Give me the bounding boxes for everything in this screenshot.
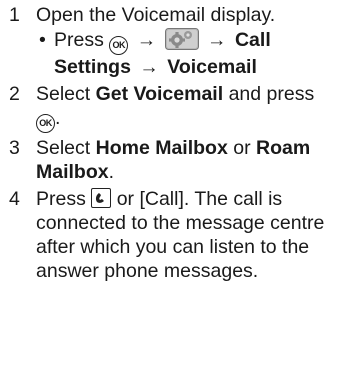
arrow: → bbox=[136, 29, 157, 51]
and-press-text: and press bbox=[228, 83, 315, 105]
ok-key-icon: OK bbox=[109, 36, 129, 55]
select-text: Select bbox=[36, 137, 91, 159]
arrow: → bbox=[207, 29, 227, 51]
voicemail-label: Voicemail bbox=[167, 56, 257, 78]
get-voicemail-label: Get Voicemail bbox=[95, 83, 224, 105]
home-mailbox-label: Home Mailbox bbox=[95, 137, 228, 159]
period: . bbox=[108, 161, 115, 183]
step-4: 4 Press or [Call]. The call is connected… bbox=[0, 187, 338, 283]
step-number: 1 bbox=[9, 4, 20, 26]
step-text: Open the Voicemail display. bbox=[36, 4, 276, 26]
step-3: 3 Select Home Mailbox or Roam Mailbox. bbox=[0, 136, 338, 184]
step-number: 3 bbox=[9, 137, 20, 159]
step-1-substep: • Press OK → → Call Settings → Voicemail bbox=[36, 28, 338, 79]
instruction-page: 1 Open the Voicemail display. • Press OK… bbox=[0, 0, 338, 372]
or-text: or bbox=[233, 137, 251, 159]
period: . bbox=[55, 107, 61, 129]
step-number: 4 bbox=[9, 188, 20, 210]
call-key-icon bbox=[91, 188, 112, 208]
select-text: Select bbox=[36, 83, 91, 105]
voicemail-steps-list: 1 Open the Voicemail display. • Press OK… bbox=[0, 0, 338, 286]
step-2: 2 Select Get Voicemail and press OK. bbox=[0, 82, 338, 133]
step-number: 2 bbox=[9, 83, 20, 105]
step-1: 1 Open the Voicemail display. • Press OK… bbox=[0, 0, 338, 79]
arrow: → bbox=[139, 56, 159, 78]
ok-key-icon: OK bbox=[36, 114, 55, 133]
bullet: • bbox=[39, 29, 46, 51]
settings-menu-icon bbox=[164, 28, 199, 50]
press-text: Press bbox=[54, 29, 104, 51]
press-text: Press bbox=[36, 188, 86, 210]
